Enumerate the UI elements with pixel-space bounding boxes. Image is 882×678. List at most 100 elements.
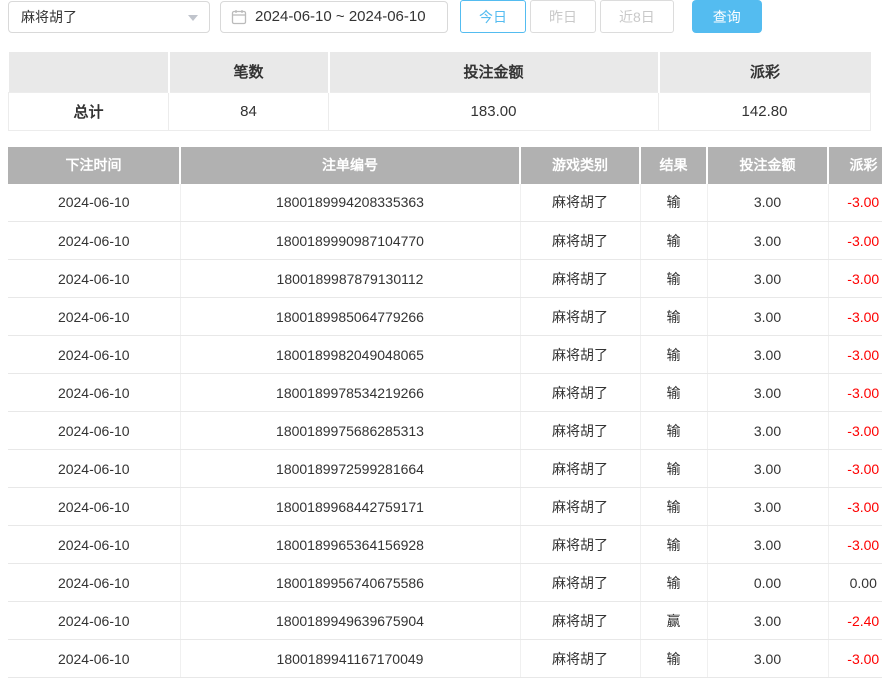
cell-payout: 0.00 [828,564,882,602]
table-row: 2024-06-10 1800189949639675904 麻将胡了 赢 3.… [8,602,882,640]
cell-game-type: 麻将胡了 [520,222,640,260]
cell-game-type: 麻将胡了 [520,298,640,336]
game-select[interactable]: 麻将胡了 [8,1,210,33]
cell-order-number: 1800189985064779266 [180,298,520,336]
cell-order-number: 1800189994208335363 [180,184,520,222]
cell-bet-time: 2024-06-10 [8,450,180,488]
yesterday-button[interactable]: 昨日 [530,0,596,33]
cell-result: 输 [640,184,707,222]
cell-game-type: 麻将胡了 [520,526,640,564]
cell-game-type: 麻将胡了 [520,260,640,298]
col-game-type: 游戏类别 [520,147,640,184]
cell-order-number: 1800189987879130112 [180,260,520,298]
cell-payout: -3.00 [828,374,882,412]
filter-toolbar: 麻将胡了 2024-06-10 ~ 2024-06-10 今日 昨日 近8日 查… [8,0,882,33]
cell-game-type: 麻将胡了 [520,602,640,640]
summary-count-value: 84 [169,92,329,130]
cell-bet-time: 2024-06-10 [8,374,180,412]
cell-bet-time: 2024-06-10 [8,602,180,640]
cell-game-type: 麻将胡了 [520,488,640,526]
cell-payout: -2.40 [828,602,882,640]
cell-order-number: 1800189968442759171 [180,488,520,526]
cell-game-type: 麻将胡了 [520,184,640,222]
cell-bet-time: 2024-06-10 [8,184,180,222]
query-button[interactable]: 查询 [692,0,762,33]
cell-order-number: 1800189975686285313 [180,412,520,450]
table-row: 2024-06-10 1800189978534219266 麻将胡了 输 3.… [8,374,882,412]
summary-total-label: 总计 [9,92,169,130]
cell-bet-amount: 3.00 [707,640,828,678]
table-row: 2024-06-10 1800189985064779266 麻将胡了 输 3.… [8,298,882,336]
cell-result: 输 [640,298,707,336]
summary-bet-amount-value: 183.00 [329,92,659,130]
cell-bet-time: 2024-06-10 [8,260,180,298]
summary-header-empty [9,52,169,92]
date-range-value: 2024-06-10 ~ 2024-06-10 [255,8,426,25]
cell-result: 输 [640,336,707,374]
cell-payout: -3.00 [828,412,882,450]
game-select-value: 麻将胡了 [21,7,77,27]
summary-header-count: 笔数 [169,52,329,92]
bet-table-body: 2024-06-10 1800189994208335363 麻将胡了 输 3.… [8,184,882,678]
summary-header-payout: 派彩 [659,52,871,92]
cell-game-type: 麻将胡了 [520,374,640,412]
cell-bet-amount: 0.00 [707,564,828,602]
table-row: 2024-06-10 1800189965364156928 麻将胡了 输 3.… [8,526,882,564]
cell-result: 赢 [640,602,707,640]
cell-bet-amount: 3.00 [707,298,828,336]
table-row: 2024-06-10 1800189994208335363 麻将胡了 输 3.… [8,184,882,222]
table-row: 2024-06-10 1800189956740675586 麻将胡了 输 0.… [8,564,882,602]
summary-header-bet-amount: 投注金额 [329,52,659,92]
cell-order-number: 1800189990987104770 [180,222,520,260]
cell-bet-time: 2024-06-10 [8,222,180,260]
col-bet-amount: 投注金额 [707,147,828,184]
table-row: 2024-06-10 1800189990987104770 麻将胡了 输 3.… [8,222,882,260]
table-row: 2024-06-10 1800189941167170049 麻将胡了 输 3.… [8,640,882,678]
cell-bet-amount: 3.00 [707,336,828,374]
cell-game-type: 麻将胡了 [520,450,640,488]
cell-payout: -3.00 [828,488,882,526]
cell-payout: -3.00 [828,222,882,260]
cell-result: 输 [640,564,707,602]
cell-game-type: 麻将胡了 [520,564,640,602]
cell-bet-amount: 3.00 [707,222,828,260]
cell-bet-amount: 3.00 [707,184,828,222]
chevron-down-icon [188,15,198,21]
cell-result: 输 [640,640,707,678]
cell-bet-amount: 3.00 [707,450,828,488]
cell-order-number: 1800189949639675904 [180,602,520,640]
cell-order-number: 1800189972599281664 [180,450,520,488]
bet-table-header-row: 下注时间 注单编号 游戏类别 结果 投注金额 派彩 [8,147,882,184]
cell-payout: -3.00 [828,184,882,222]
table-row: 2024-06-10 1800189975686285313 麻将胡了 输 3.… [8,412,882,450]
table-row: 2024-06-10 1800189987879130112 麻将胡了 输 3.… [8,260,882,298]
today-button[interactable]: 今日 [460,0,526,33]
bet-table: 下注时间 注单编号 游戏类别 结果 投注金额 派彩 2024-06-10 180… [8,147,882,678]
summary-table: 笔数 投注金额 派彩 总计 84 183.00 142.80 [8,52,871,131]
cell-payout: -3.00 [828,526,882,564]
date-range-picker[interactable]: 2024-06-10 ~ 2024-06-10 [220,1,448,33]
cell-payout: -3.00 [828,640,882,678]
cell-bet-time: 2024-06-10 [8,526,180,564]
last8days-button[interactable]: 近8日 [600,0,674,33]
cell-bet-amount: 3.00 [707,374,828,412]
cell-result: 输 [640,374,707,412]
cell-result: 输 [640,412,707,450]
summary-payout-value: 142.80 [659,92,871,130]
bet-history-page: 麻将胡了 2024-06-10 ~ 2024-06-10 今日 昨日 近8日 查… [0,0,882,678]
cell-result: 输 [640,260,707,298]
cell-result: 输 [640,450,707,488]
cell-bet-amount: 3.00 [707,526,828,564]
cell-order-number: 1800189941167170049 [180,640,520,678]
cell-payout: -3.00 [828,450,882,488]
cell-payout: -3.00 [828,260,882,298]
summary-header-row: 笔数 投注金额 派彩 [9,52,871,92]
cell-bet-time: 2024-06-10 [8,412,180,450]
cell-bet-time: 2024-06-10 [8,564,180,602]
cell-bet-time: 2024-06-10 [8,640,180,678]
cell-game-type: 麻将胡了 [520,336,640,374]
cell-payout: -3.00 [828,336,882,374]
cell-bet-time: 2024-06-10 [8,336,180,374]
cell-game-type: 麻将胡了 [520,640,640,678]
cell-order-number: 1800189956740675586 [180,564,520,602]
